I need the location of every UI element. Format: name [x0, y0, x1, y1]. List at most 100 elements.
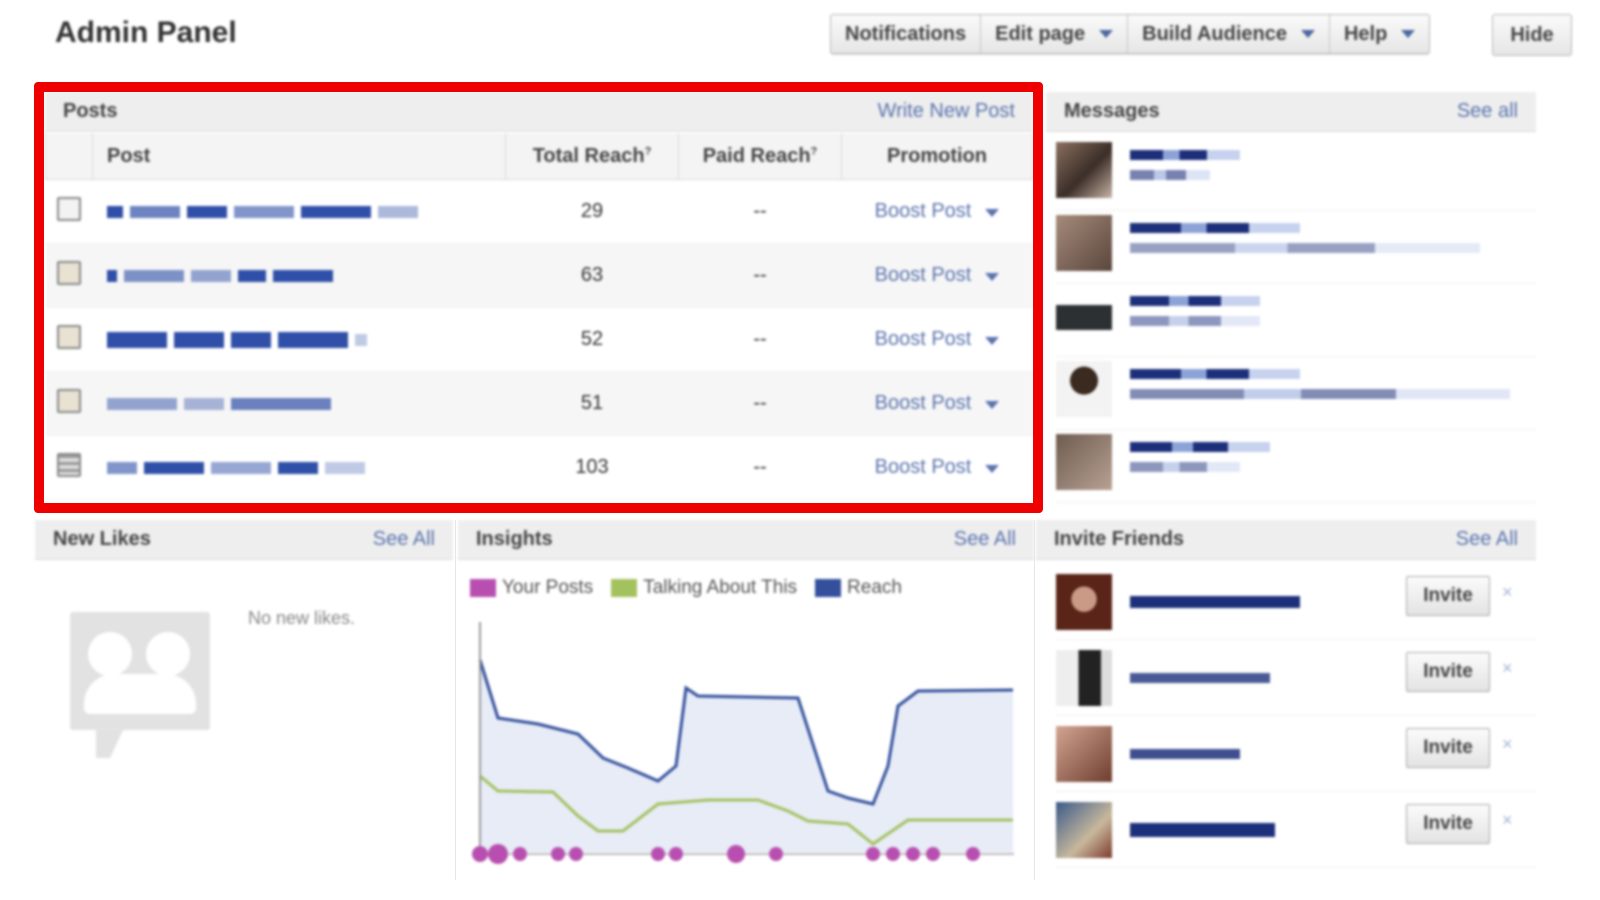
boost-post-button[interactable]: Boost Post [841, 435, 1033, 500]
invite-friends-title: Invite Friends [1054, 528, 1185, 550]
info-icon[interactable]: ? [811, 145, 818, 157]
no-likes-message: No new likes. [248, 608, 356, 628]
list-item[interactable] [1056, 430, 1536, 503]
invite-button[interactable]: Invite [1406, 576, 1490, 616]
info-icon[interactable]: ? [645, 145, 652, 157]
post-marker [769, 847, 783, 861]
friend-name [1130, 822, 1275, 837]
help-label: Help [1343, 22, 1388, 45]
post-marker [669, 847, 683, 861]
boost-post-label: Boost Post [874, 456, 972, 478]
invite-friends-panel-header: Invite Friends See All [1036, 520, 1536, 560]
post-type-cell [45, 371, 93, 436]
post-content-cell[interactable] [92, 307, 506, 372]
invite-friends-see-all-link[interactable]: See All [1456, 528, 1518, 551]
post-marker [513, 847, 527, 861]
avatar [1056, 434, 1112, 490]
post-content-cell[interactable] [92, 371, 506, 436]
total-reach-column-header[interactable]: Total Reach? [505, 133, 679, 180]
promotion-column-header: Promotion [841, 133, 1033, 180]
legend-swatch [470, 579, 496, 597]
post-column-header[interactable]: Post [92, 133, 506, 180]
new-likes-title: New Likes [53, 528, 151, 550]
paid-reach-cell: -- [678, 435, 842, 500]
column-divider [1034, 520, 1035, 880]
boost-post-label: Boost Post [874, 264, 972, 286]
legend-talking-about: Talking About This [611, 577, 797, 599]
boost-post-button[interactable]: Boost Post [841, 243, 1033, 308]
notifications-button[interactable]: Notifications [831, 15, 982, 53]
post-preview [93, 397, 506, 410]
close-icon[interactable]: × [1502, 582, 1513, 603]
list-item: Invite × [1056, 716, 1536, 792]
admin-toolbar: Notifications Edit page Build Audience H… [830, 14, 1431, 54]
close-icon[interactable]: × [1502, 810, 1513, 831]
close-icon[interactable]: × [1502, 658, 1513, 679]
posts-panel-header: Posts Write New Post [45, 92, 1033, 132]
avatar [1056, 142, 1112, 198]
total-reach-cell: 29 [505, 179, 679, 244]
invite-button[interactable]: Invite [1406, 804, 1490, 844]
build-audience-label: Build Audience [1142, 22, 1287, 45]
person-body-shape [84, 674, 196, 714]
post-type-cell [45, 435, 93, 500]
message-preview [1130, 288, 1260, 326]
post-content-cell[interactable] [92, 243, 506, 308]
avatar [1056, 725, 1112, 782]
insights-chart [458, 606, 1028, 876]
boost-post-label: Boost Post [874, 200, 972, 222]
table-row[interactable]: 103 -- Boost Post [45, 435, 1033, 500]
list-item: Invite × [1056, 792, 1536, 868]
list-item[interactable] [1056, 138, 1536, 211]
friend-name [1130, 595, 1300, 608]
total-reach-label: Total Reach [532, 144, 645, 167]
insights-title: Insights [476, 528, 553, 550]
avatar [1056, 573, 1112, 630]
post-marker [551, 847, 565, 861]
edit-page-button[interactable]: Edit page [981, 15, 1129, 53]
messages-see-all-link[interactable]: See all [1457, 100, 1518, 123]
table-row[interactable]: 52 -- Boost Post [45, 307, 1033, 372]
chevron-down-icon [1401, 30, 1416, 38]
chevron-down-icon [1300, 30, 1315, 38]
new-likes-panel-header: New Likes See All [35, 520, 453, 560]
table-row[interactable]: 51 -- Boost Post [45, 371, 1033, 436]
close-icon[interactable]: × [1502, 734, 1513, 755]
post-marker [488, 844, 508, 864]
build-audience-button[interactable]: Build Audience [1128, 15, 1330, 53]
post-marker [906, 847, 920, 861]
post-preview [93, 461, 506, 474]
list-item[interactable] [1056, 211, 1536, 284]
table-row[interactable]: 29 -- Boost Post [45, 179, 1033, 244]
chevron-down-icon [1099, 30, 1114, 38]
paid-reach-column-header[interactable]: Paid Reach? [678, 133, 842, 180]
list-item[interactable] [1056, 284, 1536, 357]
post-marker [966, 847, 980, 861]
write-new-post-link[interactable]: Write New Post [878, 100, 1015, 123]
paid-reach-label: Paid Reach [702, 144, 811, 167]
boost-post-label: Boost Post [874, 392, 972, 414]
list-item: Invite × [1056, 564, 1536, 640]
post-content-cell[interactable] [92, 435, 506, 500]
avatar [1056, 288, 1112, 344]
list-item[interactable] [1056, 357, 1536, 430]
person-head-shape [88, 632, 132, 676]
help-button[interactable]: Help [1330, 15, 1429, 53]
invite-button[interactable]: Invite [1406, 652, 1490, 692]
insights-see-all-link[interactable]: See All [954, 528, 1016, 551]
friend-name [1130, 748, 1240, 759]
legend-your-posts: Your Posts [470, 577, 593, 599]
insights-panel-header: Insights See All [458, 520, 1034, 560]
post-content-cell[interactable] [92, 179, 506, 244]
table-row[interactable]: 63 -- Boost Post [45, 243, 1033, 308]
boost-post-button[interactable]: Boost Post [841, 307, 1033, 372]
paid-reach-cell: -- [678, 371, 842, 436]
invite-button[interactable]: Invite [1406, 728, 1490, 768]
icon-column-header [45, 133, 93, 180]
hide-button[interactable]: Hide [1492, 14, 1572, 56]
post-marker [472, 846, 488, 862]
message-preview [1130, 215, 1480, 253]
boost-post-button[interactable]: Boost Post [841, 179, 1033, 244]
new-likes-see-all-link[interactable]: See All [373, 528, 435, 551]
boost-post-button[interactable]: Boost Post [841, 371, 1033, 436]
